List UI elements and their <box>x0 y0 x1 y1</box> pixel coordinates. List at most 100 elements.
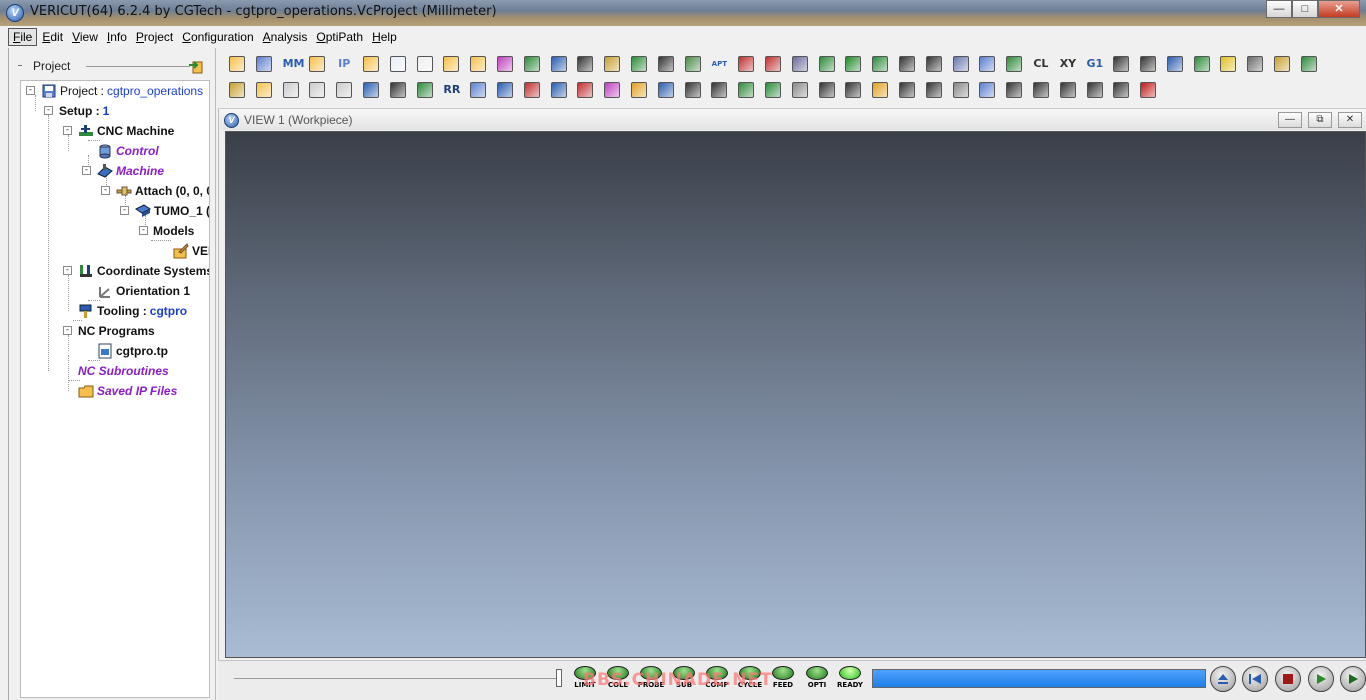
graphics-viewport[interactable] <box>225 131 1366 658</box>
camera-button[interactable] <box>708 79 730 101</box>
tree-node-model[interactable]: VEI <box>173 241 209 261</box>
slider-handle[interactable] <box>556 669 562 687</box>
collapse-setup-icon[interactable]: - <box>44 106 53 115</box>
xy-button[interactable]: XY <box>1057 53 1079 75</box>
open-button[interactable] <box>226 53 248 75</box>
collision-button[interactable] <box>762 53 784 75</box>
vericut-button[interactable] <box>1164 53 1186 75</box>
tree-node-control[interactable]: Control <box>97 141 159 161</box>
ncgen-button[interactable] <box>816 53 838 75</box>
menu-view[interactable]: View <box>68 29 102 45</box>
component-tree-button[interactable] <box>521 53 543 75</box>
lightning-button[interactable] <box>628 79 650 101</box>
animation-speed-slider[interactable] <box>234 678 560 679</box>
tree-node-cnc-machine[interactable]: CNC Machine <box>78 121 174 141</box>
tree-node-tooling[interactable]: Tooling : cgtpro <box>78 301 187 321</box>
tree-node-machine[interactable]: Machine <box>97 161 164 181</box>
cube-button[interactable] <box>601 79 623 101</box>
move-button[interactable] <box>923 79 945 101</box>
printer-button[interactable] <box>789 79 811 101</box>
zoom-out-button[interactable] <box>333 79 355 101</box>
eject-icon[interactable] <box>1210 666 1236 692</box>
tool-yellow-button[interactable] <box>1217 53 1239 75</box>
save-image-button[interactable] <box>976 53 998 75</box>
view-three-b-button[interactable] <box>1084 79 1106 101</box>
collapse-nc-programs-icon[interactable]: - <box>63 326 72 335</box>
plc-button[interactable] <box>655 53 677 75</box>
tree-node-nc-programs[interactable]: NC Programs <box>78 321 155 341</box>
menu-info[interactable]: Info <box>103 29 131 45</box>
machine-view-button[interactable] <box>735 79 757 101</box>
menu-file[interactable]: File <box>8 28 38 46</box>
tree-node-nc-subroutines[interactable]: NC Subroutines <box>78 361 169 381</box>
tool-paint-button[interactable] <box>253 79 275 101</box>
step-icon[interactable] <box>1308 666 1334 692</box>
section-button[interactable] <box>548 79 570 101</box>
x-caliper-button[interactable] <box>574 79 596 101</box>
collapse-cnc-machine-icon[interactable]: - <box>63 126 72 135</box>
menu-edit[interactable]: Edit <box>38 29 67 45</box>
tree-node-nc-program-file[interactable]: cgtpro.tp <box>97 341 168 361</box>
collapse-tumo-icon[interactable]: - <box>120 206 129 215</box>
graph-button[interactable] <box>521 79 543 101</box>
verify-button[interactable] <box>842 53 864 75</box>
view-horizontal-button[interactable] <box>1030 79 1052 101</box>
delete-view-button[interactable] <box>1137 79 1159 101</box>
pattern-button[interactable] <box>682 79 704 101</box>
tree-node-orientation[interactable]: Orientation 1 <box>97 281 190 301</box>
cl-button[interactable]: CL <box>1030 53 1052 75</box>
view-quad-button[interactable] <box>1110 79 1132 101</box>
reverse-view-button[interactable] <box>414 79 436 101</box>
stop-icon[interactable] <box>1275 666 1301 692</box>
machine-setup-button[interactable] <box>494 53 516 75</box>
save-ip-button[interactable]: IP <box>333 53 355 75</box>
menu-configuration[interactable]: Configuration <box>178 29 257 45</box>
tool-select-button[interactable] <box>842 79 864 101</box>
save-session-button[interactable] <box>789 53 811 75</box>
probe-button[interactable] <box>923 53 945 75</box>
model-edit-button[interactable] <box>1244 53 1266 75</box>
view-three-button[interactable] <box>1057 79 1079 101</box>
collapse-attach-icon[interactable]: - <box>101 186 110 195</box>
coordinate-systems-button[interactable] <box>628 53 650 75</box>
open-folder-button[interactable] <box>306 53 328 75</box>
view-minimize-button[interactable]: — <box>1278 112 1302 128</box>
folder-recent-button[interactable] <box>467 53 489 75</box>
zoom-fit-button[interactable] <box>280 79 302 101</box>
view-close-button[interactable]: ✕ <box>1338 112 1362 128</box>
rotate-rr-button[interactable]: RR <box>440 79 462 101</box>
rewind-icon[interactable] <box>1242 666 1268 692</box>
transfer-button[interactable] <box>896 53 918 75</box>
maximize-button[interactable]: □ <box>1292 0 1318 18</box>
model-color-button[interactable] <box>1271 53 1293 75</box>
tree-node-tumo[interactable]: TUMO_1 ( <box>135 201 209 221</box>
model-info-button[interactable] <box>467 79 489 101</box>
save-button[interactable] <box>253 53 275 75</box>
library-button[interactable] <box>1298 53 1320 75</box>
setup-wizard-button[interactable] <box>1191 53 1213 75</box>
report-button[interactable] <box>387 53 409 75</box>
tooling-button[interactable] <box>548 53 570 75</box>
g1-button[interactable]: G1 <box>1084 53 1106 75</box>
tree-node-models[interactable]: Models <box>153 221 194 241</box>
collapse-project-icon[interactable]: - <box>26 86 35 95</box>
tree-node-attach[interactable]: Attach (0, 0, 0 <box>116 181 209 201</box>
refresh-button[interactable] <box>869 79 891 101</box>
view-single-button[interactable] <box>976 79 998 101</box>
collapse-machine-icon[interactable]: - <box>82 166 91 175</box>
tree-node-setup[interactable]: Setup : 1 <box>59 101 109 121</box>
play-icon[interactable] <box>1340 666 1366 692</box>
machine-sim-button[interactable] <box>950 53 972 75</box>
tree-node-saved-ip-files[interactable]: Saved IP Files <box>78 381 177 401</box>
zoom-in-button[interactable] <box>306 79 328 101</box>
units-mm-button[interactable]: MM <box>280 53 305 75</box>
cut-tool-button[interactable] <box>816 79 838 101</box>
tool-manager-button[interactable] <box>682 53 704 75</box>
batch-button[interactable] <box>226 79 248 101</box>
view-eye-button[interactable] <box>387 79 409 101</box>
cut-stock-button[interactable] <box>1003 53 1025 75</box>
collapse-coordinate-systems-icon[interactable]: - <box>63 266 72 275</box>
view-restore-button[interactable]: ⧉ <box>1308 112 1332 128</box>
settings-button[interactable] <box>896 79 918 101</box>
rotate-button[interactable] <box>950 79 972 101</box>
